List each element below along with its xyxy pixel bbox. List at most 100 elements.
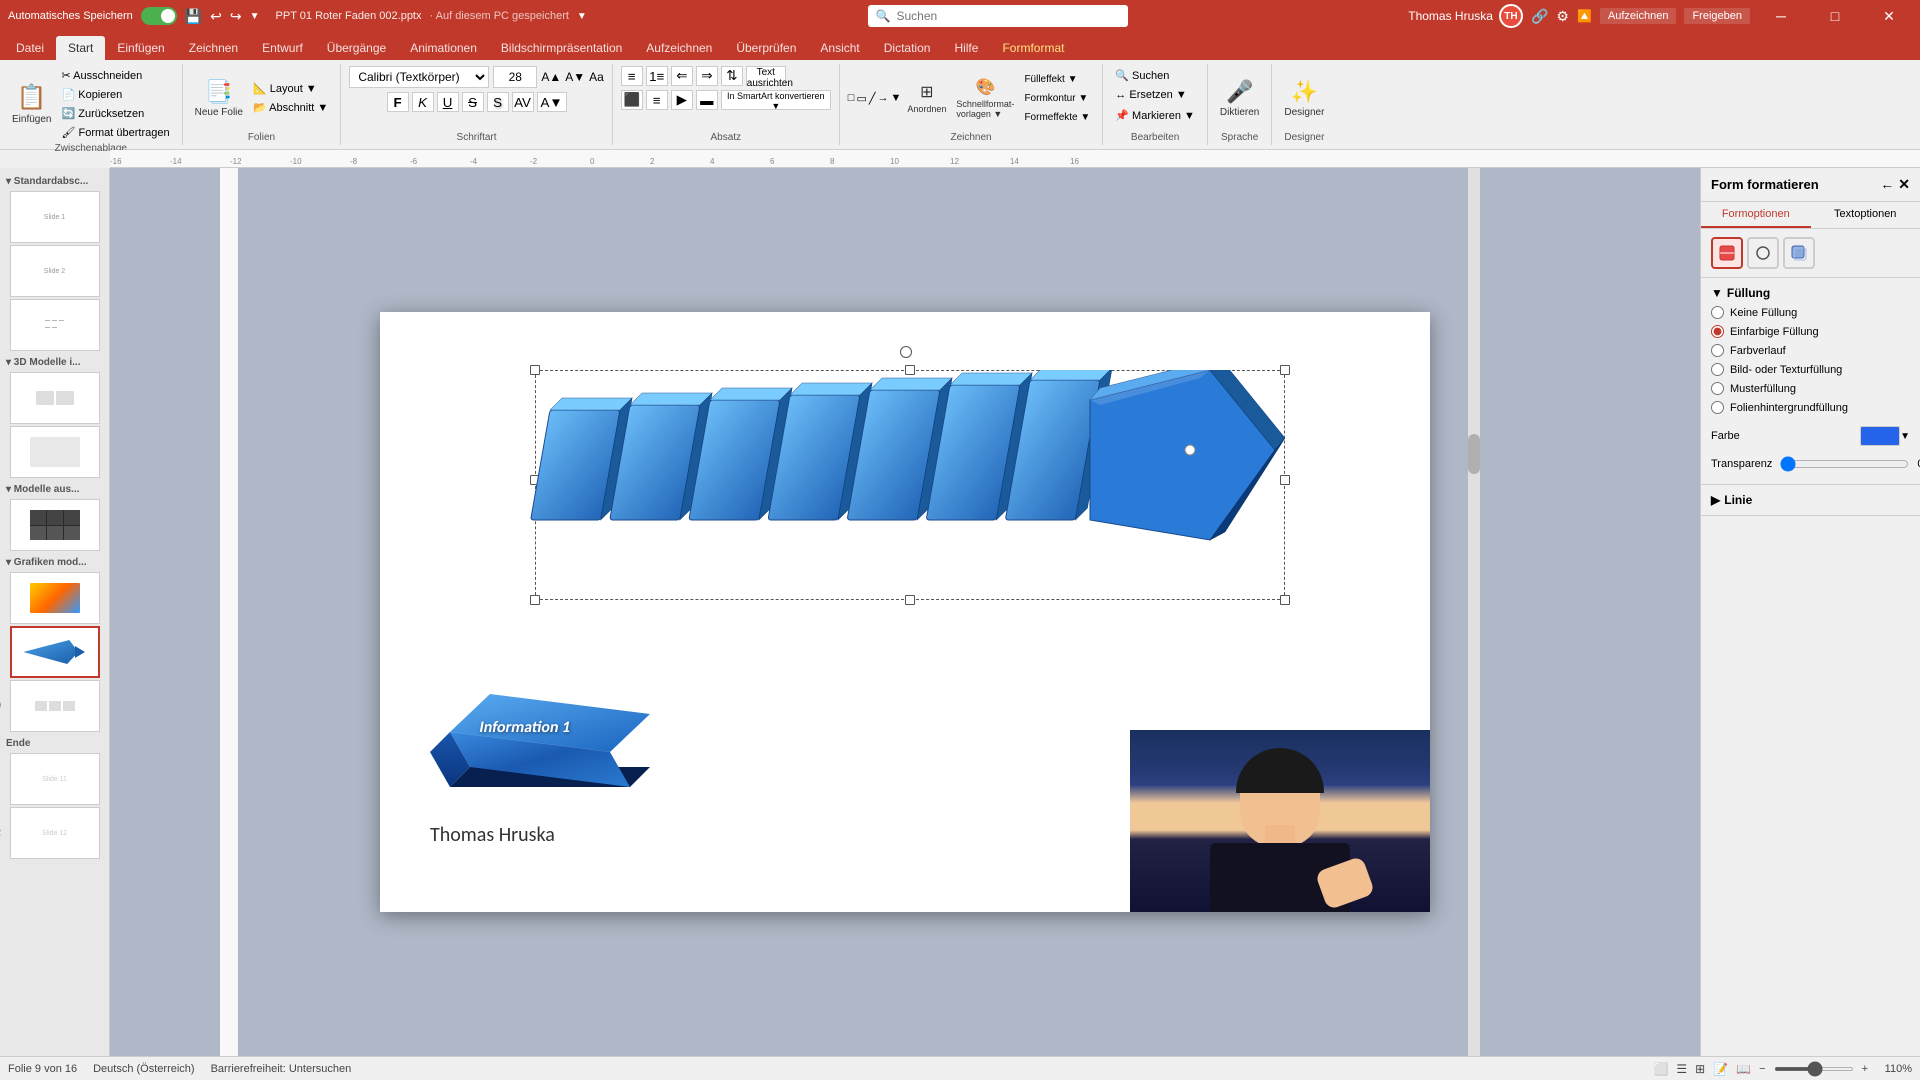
tab-ansicht[interactable]: Ansicht (808, 36, 871, 60)
font-selector[interactable]: Calibri (Textkörper) (349, 66, 489, 88)
bild-textur-radio[interactable] (1711, 363, 1724, 376)
notes-view-icon[interactable]: 📝 (1713, 1062, 1728, 1076)
title-chevron[interactable]: ▼ (577, 11, 587, 22)
color-swatch[interactable] (1860, 426, 1900, 446)
bild-textur-option[interactable]: Bild- oder Texturfüllung (1711, 363, 1910, 376)
bold-button[interactable]: F (387, 92, 409, 112)
list-bullet-button[interactable]: ≡ (621, 66, 643, 86)
tab-formformat[interactable]: Formformat (990, 36, 1076, 60)
slide-thumb-11[interactable]: Slide 11 (10, 753, 100, 805)
char-spacing-button[interactable]: AV (512, 92, 534, 112)
font-color-button[interactable]: A▼ (537, 92, 567, 112)
shape-effects-icon-btn[interactable] (1783, 237, 1815, 269)
slide-thumb-3[interactable]: ─ ─ ── ─ (10, 299, 100, 351)
tab-textoptionen[interactable]: Textoptionen (1811, 202, 1920, 228)
rotation-handle[interactable] (900, 346, 912, 358)
clear-format-button[interactable]: Aa (589, 70, 604, 84)
indent-increase[interactable]: ⇒ (696, 66, 718, 86)
anordnen-button[interactable]: ⊞ Anordnen (903, 72, 950, 124)
fill-effect-icon-btn[interactable] (1711, 237, 1743, 269)
search-bar[interactable]: 🔍 (868, 5, 1128, 27)
normal-view-icon[interactable]: ⬜ (1653, 1062, 1668, 1076)
minimize-button[interactable]: ─ (1758, 0, 1804, 32)
align-text-button[interactable]: Text ausrichten ▼ (746, 66, 786, 86)
einfuegen-button[interactable]: 📋 Einfügen (8, 76, 55, 132)
shape-line[interactable]: ╱ (869, 92, 876, 105)
underline-button[interactable]: U (437, 92, 459, 112)
list-num-button[interactable]: 1≡ (646, 66, 668, 86)
zoom-in-icon[interactable]: + (1862, 1063, 1868, 1075)
transparency-slider[interactable] (1780, 456, 1909, 472)
close-button[interactable]: ✕ (1866, 0, 1912, 32)
scrollbar-thumb[interactable] (1468, 434, 1480, 474)
font-size-input[interactable] (493, 66, 537, 88)
slide-thumb-8[interactable] (10, 572, 100, 624)
format-uebertragen-button[interactable]: 🖌 Format übertragen (57, 123, 173, 141)
formeffekte-button[interactable]: Formeffekte ▼ (1020, 108, 1094, 126)
tab-hilfe[interactable]: Hilfe (942, 36, 990, 60)
tab-uebergaenge[interactable]: Übergänge (315, 36, 398, 60)
folienhintergrund-option[interactable]: Folienhintergrundfüllung (1711, 401, 1910, 414)
slide-thumb-2[interactable]: Slide 2 (10, 245, 100, 297)
maximize-button[interactable]: □ (1812, 0, 1858, 32)
tab-bildschirm[interactable]: Bildschirmpräsentation (489, 36, 634, 60)
quick-access-more[interactable]: ▼ (250, 11, 260, 22)
reading-view-icon[interactable]: 📖 (1736, 1062, 1751, 1076)
shape-round[interactable]: ▭ (856, 92, 866, 105)
farbverlauf-option[interactable]: Farbverlauf (1711, 344, 1910, 357)
strikethrough-button[interactable]: S (462, 92, 484, 112)
designer-button[interactable]: ✨ Designer (1280, 70, 1328, 126)
panel-close-button[interactable]: ✕ (1898, 176, 1910, 193)
align-center[interactable]: ≡ (646, 90, 668, 110)
shape-rect[interactable]: □ (848, 92, 855, 105)
fuellung-section-title[interactable]: ▼ Füllung (1711, 286, 1910, 300)
tab-zeichnen[interactable]: Zeichnen (177, 36, 250, 60)
schnellformat-button[interactable]: 🎨 Schnellformat-vorlagen ▼ (952, 72, 1018, 124)
vertical-scrollbar[interactable] (1468, 168, 1480, 1056)
outline-view-icon[interactable]: ☰ (1676, 1062, 1687, 1076)
share-btn[interactable]: Freigeben (1684, 8, 1750, 24)
kopieren-button[interactable]: 📄 Kopieren (57, 85, 173, 103)
redo-icon[interactable]: ↪ (230, 8, 242, 25)
tab-einfuegen[interactable]: Einfügen (105, 36, 176, 60)
ausschneiden-button[interactable]: ✂ Ausschneiden (57, 66, 173, 84)
shape-outline-icon-btn[interactable] (1747, 237, 1779, 269)
muster-option[interactable]: Musterfüllung (1711, 382, 1910, 395)
tab-ueberpruefen[interactable]: Überprüfen (724, 36, 808, 60)
keine-fuellung-option[interactable]: Keine Füllung (1711, 306, 1910, 319)
align-left[interactable]: ⬛ (621, 90, 643, 110)
einfarbige-fuellung-radio[interactable] (1711, 325, 1724, 338)
slide-thumb-6[interactable] (10, 499, 100, 551)
folienhintergrund-radio[interactable] (1711, 401, 1724, 414)
arrow-shape[interactable] (530, 370, 1290, 600)
keine-fuellung-radio[interactable] (1711, 306, 1724, 319)
indent-decrease[interactable]: ⇐ (671, 66, 693, 86)
slide-thumb-4[interactable] (10, 372, 100, 424)
slide-canvas[interactable]: Information 1 Thomas Hruska (380, 312, 1430, 912)
slide-thumb-1[interactable]: Slide 1 (10, 191, 100, 243)
layout-button[interactable]: 📐 Layout ▼ (249, 80, 332, 98)
zuruecksetzen-button[interactable]: 🔄 Zurücksetzen (57, 104, 173, 122)
autosave-toggle[interactable] (141, 7, 177, 25)
slide-thumb-10[interactable] (10, 680, 100, 732)
tab-dictation[interactable]: Dictation (872, 36, 943, 60)
canvas-area[interactable]: Information 1 Thomas Hruska (110, 168, 1700, 1056)
slide-thumb-5[interactable] (10, 426, 100, 478)
tab-entwurf[interactable]: Entwurf (250, 36, 315, 60)
suchen-button[interactable]: 🔍 Suchen (1111, 66, 1173, 84)
tab-formoptionen[interactable]: Formoptionen (1701, 202, 1811, 228)
text-direction[interactable]: ⇅ (721, 66, 743, 86)
align-justify[interactable]: ▬ (696, 90, 718, 110)
markieren-button[interactable]: 📌 Markieren ▼ (1111, 106, 1199, 124)
shape-arrow[interactable]: → (877, 92, 888, 105)
undo-icon[interactable]: ↩ (210, 8, 222, 25)
shape-more[interactable]: ▼ (890, 92, 901, 105)
zoom-level[interactable]: 110% (1876, 1063, 1912, 1075)
color-dropdown-arrow[interactable]: ▼ (1900, 431, 1910, 442)
panel-back-button[interactable]: ← (1880, 176, 1894, 193)
color-picker-btn[interactable]: ▼ (1860, 426, 1910, 446)
smartart-button[interactable]: In SmartArt konvertieren ▼ (721, 90, 831, 110)
fuelleffekt-button[interactable]: Fülleffekt ▼ (1020, 70, 1094, 88)
farbverlauf-radio[interactable] (1711, 344, 1724, 357)
diktieren-button[interactable]: 🎤 Diktieren (1216, 70, 1263, 126)
